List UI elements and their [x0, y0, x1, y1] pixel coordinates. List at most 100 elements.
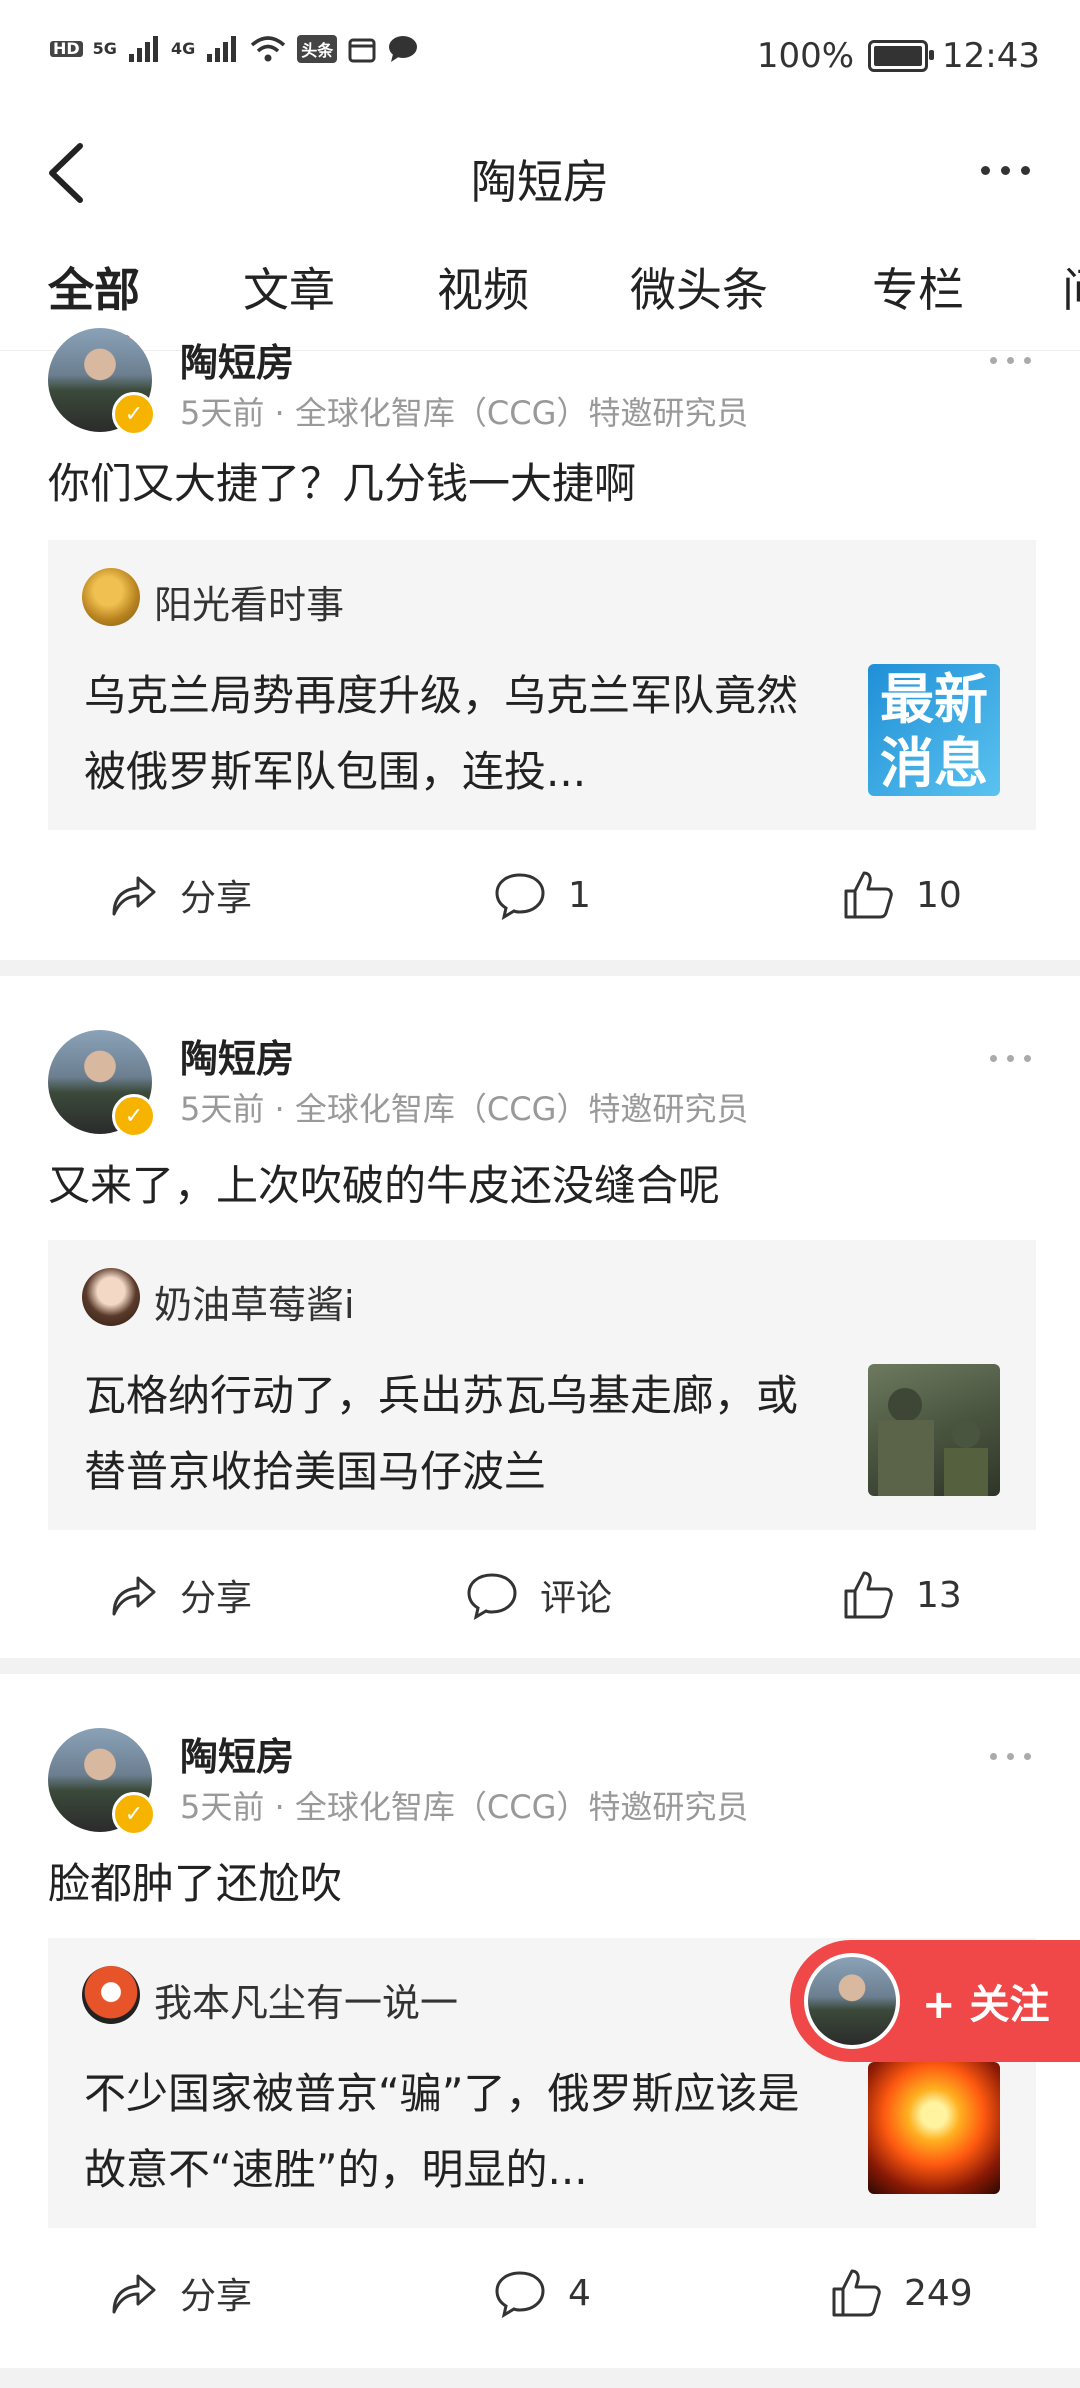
avatar[interactable]: ✓: [48, 1030, 156, 1138]
status-bar: HD 5G 4G 头条 100% 12:43: [0, 0, 1080, 120]
comment-count: 4: [568, 2272, 591, 2314]
share-icon: [112, 2274, 156, 2314]
battery-percent: 100%: [756, 36, 855, 76]
share-button[interactable]: 分享: [108, 2248, 252, 2338]
author-name[interactable]: 陶短房: [180, 1726, 294, 1781]
toutiao-badge: 头条: [297, 35, 338, 63]
message-icon: [389, 36, 418, 62]
signal-icon: [128, 36, 158, 62]
thumbs-up-icon: [832, 2269, 881, 2317]
comment-icon: [467, 1573, 517, 1620]
comment-label: 评论: [540, 1578, 613, 1619]
tab-questions[interactable]: 问: [1062, 254, 1080, 320]
post-meta: 5天前 · 全球化智库（CCG）特邀研究员: [180, 394, 749, 432]
follow-label: + 关注: [922, 1982, 1050, 2028]
share-icon: [112, 1576, 156, 1616]
comment-button[interactable]: 4: [494, 2248, 591, 2338]
divider: [0, 2368, 1080, 2388]
follow-avatar: [804, 1953, 900, 2049]
author-name[interactable]: 陶短房: [180, 332, 294, 387]
quoted-author-name[interactable]: 阳光看时事: [154, 574, 344, 629]
tab-columns[interactable]: 专栏: [872, 254, 964, 320]
quoted-text[interactable]: 瓦格纳行动了，兵出苏瓦乌基走廊，或替普京收拾美国马仔波兰: [84, 1358, 824, 1510]
post-actions: 分享 1 10: [0, 850, 1080, 940]
post-actions: 分享 评论 13: [0, 1550, 1080, 1640]
quoted-author-name[interactable]: 奶油草莓酱i: [154, 1274, 355, 1329]
verified-badge-icon: ✓: [112, 1094, 156, 1138]
like-button[interactable]: 13: [842, 1550, 962, 1640]
divider: [0, 1658, 1080, 1674]
follow-button[interactable]: + 关注: [790, 1940, 1080, 2062]
comment-button[interactable]: 1: [494, 850, 591, 940]
clock: 12:43: [942, 36, 1040, 76]
status-icons: HD 5G 4G 头条: [50, 34, 419, 64]
post-more-button[interactable]: [980, 350, 1040, 370]
share-button[interactable]: 分享: [108, 1550, 252, 1640]
like-count: 249: [904, 2272, 973, 2314]
post-text[interactable]: 又来了，上次吹破的牛皮还没缝合呢: [48, 1152, 720, 1213]
quoted-author-avatar[interactable]: [82, 1268, 140, 1326]
quoted-text[interactable]: 不少国家被普京“骗”了，俄罗斯应该是故意不“速胜”的，明显的...: [84, 2056, 824, 2208]
thumbs-up-icon: [844, 1571, 893, 1619]
thumbs-up-icon: [844, 871, 893, 919]
post-card[interactable]: ✓ 陶短房 5天前 · 全球化智库（CCG）特邀研究员 又来了，上次吹破的牛皮还…: [0, 976, 1080, 1658]
divider: [0, 960, 1080, 976]
post-meta: 5天前 · 全球化智库（CCG）特邀研究员: [180, 1090, 749, 1128]
like-button[interactable]: 10: [842, 850, 962, 940]
post-more-button[interactable]: [980, 1746, 1040, 1766]
more-options-button[interactable]: [970, 150, 1040, 190]
share-icon: [112, 876, 156, 916]
wifi-icon: [251, 36, 286, 62]
tab-all[interactable]: 全部: [48, 254, 140, 320]
avatar[interactable]: ✓: [48, 1728, 156, 1836]
dot-icon: [1000, 165, 1010, 175]
page-title: 陶短房: [471, 155, 609, 209]
quoted-thumbnail[interactable]: [868, 1364, 1000, 1496]
signal-icon-2: [207, 36, 237, 62]
like-count: 13: [916, 1574, 962, 1616]
post-card[interactable]: ✓ 陶短房 5天前 · 全球化智库（CCG）特邀研究员 你们又大捷了？几分钱一大…: [0, 328, 1080, 960]
comment-count: 1: [568, 874, 591, 916]
tab-micro-posts[interactable]: 微头条: [630, 254, 768, 320]
share-label: 分享: [180, 1578, 253, 1619]
4g-label: 4G: [170, 39, 196, 58]
post-text[interactable]: 你们又大捷了？几分钱一大捷啊: [48, 450, 636, 511]
tab-bar: 全部 文章 视频 微头条 专栏 问: [0, 240, 1080, 351]
avatar[interactable]: ✓: [48, 328, 156, 436]
thumb-text-2: 消息: [880, 732, 988, 795]
like-button[interactable]: 249: [830, 2248, 973, 2338]
hd-icon: HD: [50, 41, 83, 57]
comment-icon: [495, 2271, 545, 2318]
comment-icon: [495, 873, 545, 920]
post-text[interactable]: 脸都肿了还尬吹: [48, 1850, 342, 1911]
share-label: 分享: [180, 878, 253, 919]
5g-label: 5G: [92, 39, 117, 58]
verified-badge-icon: ✓: [112, 392, 156, 436]
share-label: 分享: [180, 2276, 253, 2317]
like-count: 10: [916, 874, 962, 916]
share-button[interactable]: 分享: [108, 850, 252, 940]
comment-button[interactable]: 评论: [466, 1550, 612, 1640]
status-right: 100% 12:43: [757, 36, 1040, 76]
quoted-thumbnail[interactable]: 最新 消息: [868, 664, 1000, 796]
nav-bar: 陶短房: [0, 120, 1080, 230]
tab-articles[interactable]: 文章: [243, 254, 335, 320]
dot-icon: [1020, 165, 1030, 175]
quoted-author-avatar[interactable]: [82, 568, 140, 626]
post-more-button[interactable]: [980, 1048, 1040, 1068]
calendar-icon: [348, 38, 376, 63]
quoted-post[interactable]: 阳光看时事 乌克兰局势再度升级，乌克兰军队竟然被俄罗斯军队包围，连投... 最新…: [48, 540, 1036, 830]
post-meta: 5天前 · 全球化智库（CCG）特邀研究员: [180, 1788, 749, 1826]
quoted-post[interactable]: 奶油草莓酱i 瓦格纳行动了，兵出苏瓦乌基走廊，或替普京收拾美国马仔波兰: [48, 1240, 1036, 1530]
quoted-text[interactable]: 乌克兰局势再度升级，乌克兰军队竟然被俄罗斯军队包围，连投...: [84, 658, 824, 810]
author-name[interactable]: 陶短房: [180, 1028, 294, 1083]
dot-icon: [980, 165, 990, 175]
post-actions: 分享 4 249: [0, 2248, 1080, 2338]
thumb-text-1: 最新: [880, 668, 988, 731]
quoted-thumbnail[interactable]: [868, 2062, 1000, 2194]
quoted-author-name[interactable]: 我本凡尘有一说一: [154, 1972, 458, 2027]
quoted-author-avatar[interactable]: [82, 1966, 140, 2024]
tab-videos[interactable]: 视频: [437, 254, 529, 320]
verified-badge-icon: ✓: [112, 1792, 156, 1836]
battery-icon: [868, 40, 935, 72]
